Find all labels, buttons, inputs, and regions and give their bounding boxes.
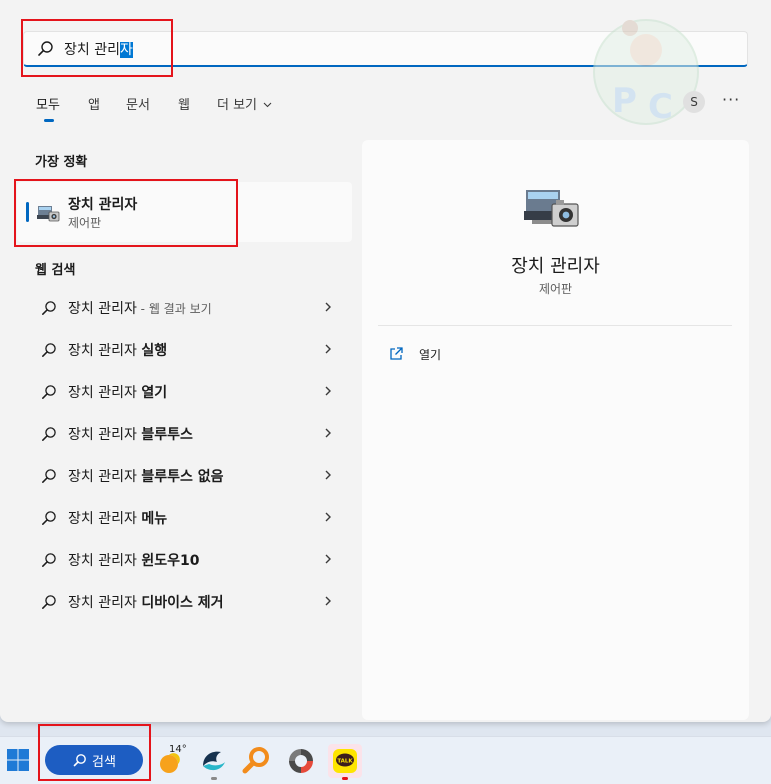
web-result-label: 장치 관리자 블루투스 없음	[68, 466, 223, 486]
open-external-icon	[390, 347, 403, 360]
web-result-label: 장치 관리자 열기	[68, 382, 167, 402]
whale-browser-icon[interactable]	[197, 744, 231, 778]
svg-text:C: C	[648, 87, 673, 127]
chevron-right-icon	[325, 428, 331, 438]
search-icon	[42, 301, 56, 315]
search-icon	[42, 553, 56, 567]
web-result-suggestion-text: 윈도우10	[141, 553, 200, 569]
web-result-label: 장치 관리자 메뉴	[68, 508, 167, 528]
detail-category: 제어판	[538, 282, 573, 296]
web-result-suggestion-text: 열기	[141, 385, 168, 401]
search-icon	[42, 511, 56, 525]
windows-start-icon[interactable]	[6, 748, 30, 772]
web-result-item[interactable]: 장치 관리자 실행	[17, 329, 352, 369]
chevron-right-icon	[325, 596, 331, 606]
web-result-label: 장치 관리자 - 웹 결과 보기	[68, 298, 212, 318]
tab-more-label: 더 보기	[217, 98, 258, 113]
search-icon	[42, 595, 56, 609]
active-tab-indicator	[44, 119, 54, 122]
highlight-box-best-match	[14, 179, 238, 247]
tab-web[interactable]: 웹	[178, 94, 190, 113]
running-indicator	[342, 777, 348, 780]
search-icon	[42, 427, 56, 441]
web-result-label: 장치 관리자 윈도우10	[68, 550, 199, 570]
web-result-suggestion-text: 블루투스	[141, 427, 193, 443]
web-result-item[interactable]: 장치 관리자 열기	[17, 371, 352, 411]
open-action-label: 열기	[419, 348, 442, 362]
detail-pane: 장치 관리자 제어판 열기	[362, 140, 749, 720]
chevron-right-icon	[325, 302, 331, 312]
web-result-base-text: 장치 관리자	[68, 469, 142, 485]
web-result-base-text: 장치 관리자	[68, 343, 142, 359]
web-result-base-text: 장치 관리자	[68, 427, 142, 443]
kakaotalk-icon[interactable]: TALK	[328, 744, 362, 778]
web-result-label: 장치 관리자 블루투스	[68, 424, 193, 444]
web-result-item[interactable]: 장치 관리자 블루투스	[17, 413, 352, 453]
highlight-box-search	[21, 19, 173, 77]
detail-title: 장치 관리자	[511, 256, 600, 277]
chevron-right-icon	[325, 344, 331, 354]
account-avatar[interactable]: S	[683, 91, 705, 113]
search-icon	[42, 385, 56, 399]
tab-all[interactable]: 모두	[36, 94, 60, 113]
open-action[interactable]: 열기	[388, 344, 508, 366]
web-result-label: 장치 관리자 디바이스 제거	[68, 592, 223, 612]
tab-apps[interactable]: 앱	[88, 94, 100, 113]
web-result-base-text: 장치 관리자	[68, 553, 142, 569]
search-icon	[42, 469, 56, 483]
web-result-base-text: 장치 관리자	[68, 595, 142, 611]
search-app-icon[interactable]	[240, 744, 274, 778]
kakaotalk-logo-icon: TALK	[333, 749, 357, 773]
web-result-item[interactable]: 장치 관리자 디바이스 제거	[17, 581, 352, 621]
web-result-suggestion-text: 메뉴	[141, 511, 168, 527]
web-result-item[interactable]: 장치 관리자 블루투스 없음	[17, 455, 352, 495]
web-result-item[interactable]: 장치 관리자 윈도우10	[17, 539, 352, 579]
highlight-box-taskbar-search	[38, 724, 151, 781]
best-match-heading: 가장 정확	[35, 155, 88, 170]
tab-documents[interactable]: 문서	[126, 94, 150, 113]
web-search-heading: 웹 검색	[35, 263, 76, 278]
detail-divider	[378, 325, 732, 326]
start-search-panel: 장치 관리자 P C 모두 앱 문서 웹 더 보기 S ··· 가장 정확 장치…	[0, 0, 771, 722]
svg-text:P: P	[612, 81, 637, 121]
chevron-right-icon	[325, 470, 331, 480]
web-result-suggestion-text: 디바이스 제거	[141, 595, 224, 611]
web-result-suffix: - 웹 결과 보기	[136, 302, 212, 316]
web-result-item[interactable]: 장치 관리자 메뉴	[17, 497, 352, 537]
web-result-base-text: 장치 관리자	[68, 385, 142, 401]
chevron-right-icon	[325, 554, 331, 564]
kakaotalk-logo-text: TALK	[337, 759, 353, 765]
weather-temperature: 14°	[169, 744, 187, 755]
web-result-item[interactable]: 장치 관리자 - 웹 결과 보기	[17, 287, 352, 327]
web-result-suggestion-text: 실행	[141, 343, 168, 359]
web-result-suggestion-text: 블루투스 없음	[141, 469, 224, 485]
web-result-base-text: 장치 관리자	[68, 511, 142, 527]
chevron-down-icon	[263, 102, 272, 108]
search-icon	[42, 343, 56, 357]
capture-tool-icon[interactable]	[284, 744, 318, 778]
chevron-right-icon	[325, 512, 331, 522]
chevron-right-icon	[325, 386, 331, 396]
running-indicator	[211, 777, 217, 780]
more-options-button[interactable]: ···	[722, 90, 740, 109]
watermark-logo: P C	[593, 19, 699, 127]
web-result-base-text: 장치 관리자	[68, 301, 137, 317]
web-result-label: 장치 관리자 실행	[68, 340, 167, 360]
device-manager-large-icon	[524, 190, 579, 227]
tab-more[interactable]: 더 보기	[217, 94, 272, 113]
